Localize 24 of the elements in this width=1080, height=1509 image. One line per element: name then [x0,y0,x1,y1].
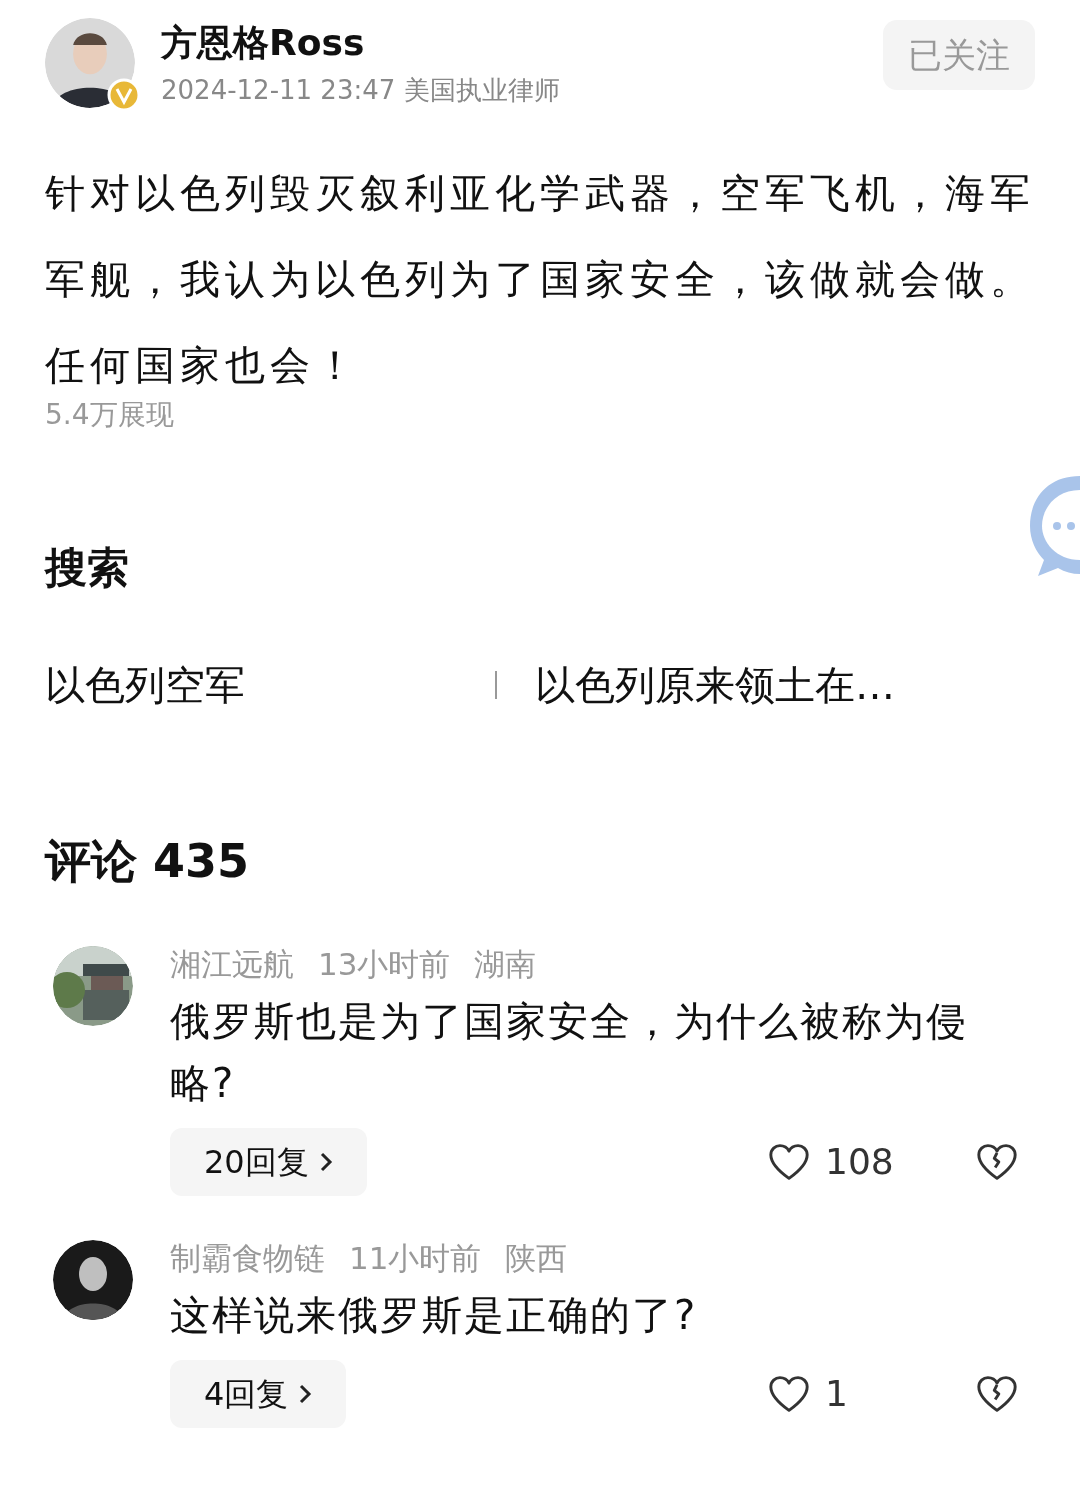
search-suggestion[interactable]: 以色列空军 [45,655,245,715]
broken-heart-icon[interactable] [975,1374,1019,1414]
comment-time: 13小时前 [318,945,451,984]
author-name[interactable]: 方恩格Ross [161,18,560,68]
comment-region: 陕西 [505,1239,568,1278]
view-count: 5.4万展现 [45,397,174,433]
heart-icon[interactable] [767,1142,811,1182]
comment-time: 11小时前 [349,1239,482,1278]
search-heading: 搜索 [45,542,129,594]
search-suggestion[interactable]: 以色列原来领土在… [535,655,895,715]
heart-icon[interactable] [767,1374,811,1414]
comment-text: 俄罗斯也是为了国家安全，为什么被称为侵略? [170,997,969,1108]
comment-text: 这样说来俄罗斯是正确的了? [170,1291,699,1340]
chevron-right-icon [298,1382,313,1406]
broken-heart-icon[interactable] [975,1142,1019,1182]
comment-region: 湖南 [474,945,537,984]
comments-heading: 评论 435 [45,833,250,890]
replies-button[interactable]: 4回复 [170,1360,347,1428]
chevron-right-icon [318,1150,333,1174]
post-text: 针对以色列毁灭叙利亚化学武器，空军飞机，海军军舰，我认为以色列为了国家安全，该做就会做。任何国家也会！ [44,169,1036,390]
like-count: 1 [825,1372,849,1416]
post-meta: 2024-12-11 23:47 美国执业律师 [161,74,560,107]
like-count: 108 [825,1140,895,1184]
replies-button[interactable]: 20回复 [170,1128,367,1196]
